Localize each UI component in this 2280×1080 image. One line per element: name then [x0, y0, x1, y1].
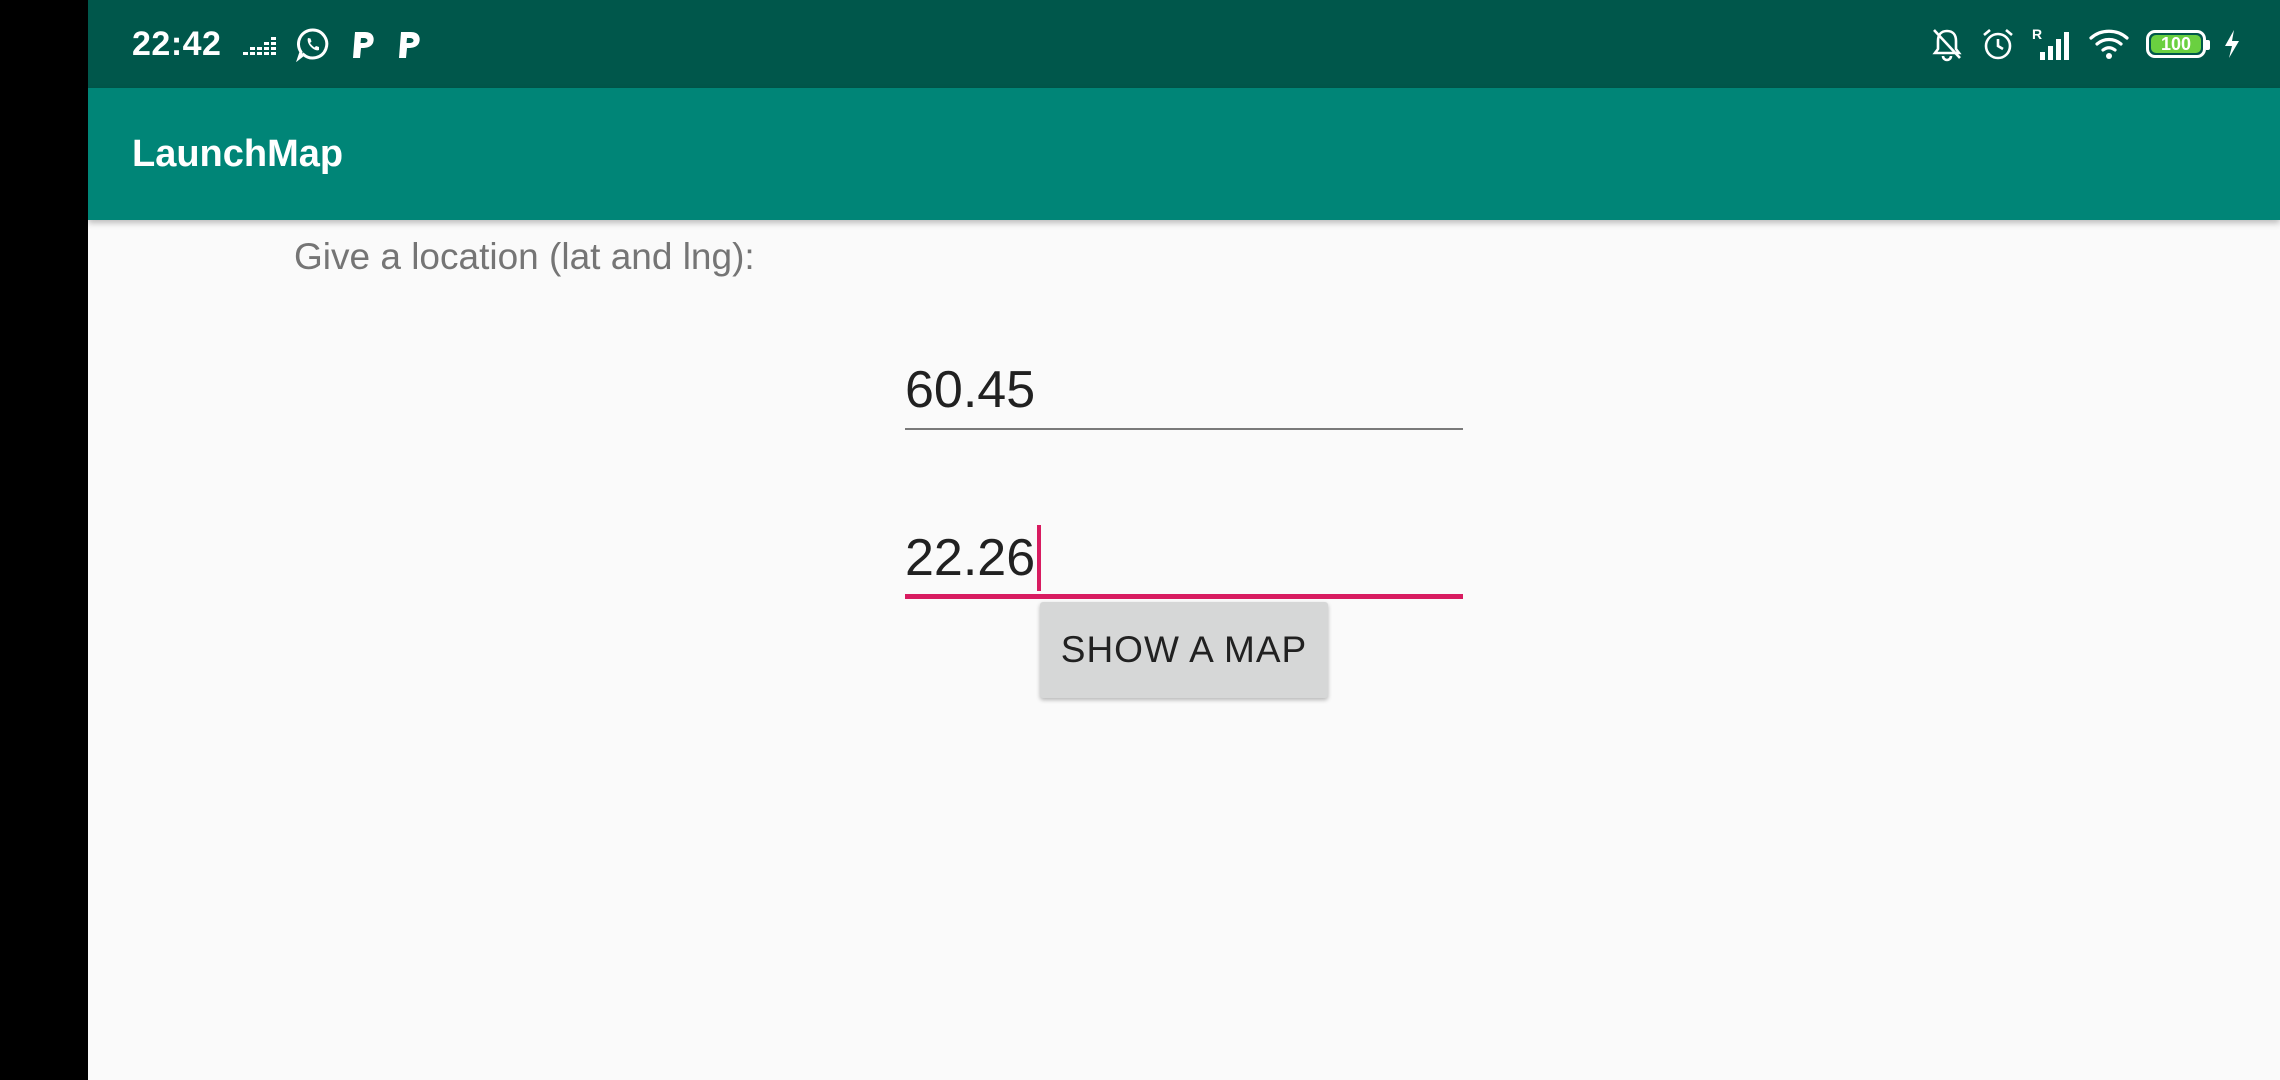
- latitude-value: 60.45: [905, 361, 1036, 419]
- bell-off-icon: [1930, 24, 1964, 64]
- app-toolbar: LaunchMap: [88, 88, 2280, 220]
- show-map-button[interactable]: SHOW A MAP: [1040, 602, 1328, 698]
- longitude-field[interactable]: 22.26: [905, 525, 1463, 599]
- latitude-underline: [905, 428, 1463, 430]
- p-app-icon: [395, 24, 423, 64]
- longitude-input[interactable]: 22.26: [905, 525, 1463, 591]
- charging-icon: [2222, 24, 2242, 64]
- location-prompt: Give a location (lat and lng):: [294, 236, 755, 277]
- wifi-icon: [2088, 24, 2130, 64]
- p-app-icon: [349, 24, 377, 64]
- alarm-icon: [1980, 24, 2016, 64]
- signal-icon: R: [2032, 24, 2072, 64]
- text-cursor: [1037, 525, 1042, 591]
- roaming-label: R: [2032, 26, 2042, 42]
- battery-icon: 100: [2146, 30, 2210, 58]
- status-bar-left: 22:42: [132, 0, 423, 88]
- status-time: 22:42: [132, 24, 222, 63]
- latitude-field[interactable]: 60.45: [905, 358, 1463, 430]
- battery-level: 100: [2160, 34, 2192, 54]
- battery-tip: [2206, 40, 2210, 50]
- whatsapp-icon: [295, 24, 331, 64]
- app-screen: 22:42 R 100 LaunchMap Give a location (l…: [88, 0, 2280, 1080]
- equalizer-icon: [243, 24, 277, 64]
- longitude-underline: [905, 594, 1463, 599]
- app-title: LaunchMap: [132, 133, 344, 175]
- status-bar: 22:42 R 100: [88, 0, 2280, 88]
- longitude-value: 22.26: [905, 529, 1036, 587]
- status-bar-right: R 100: [1930, 0, 2242, 88]
- latitude-input[interactable]: 60.45: [905, 358, 1463, 422]
